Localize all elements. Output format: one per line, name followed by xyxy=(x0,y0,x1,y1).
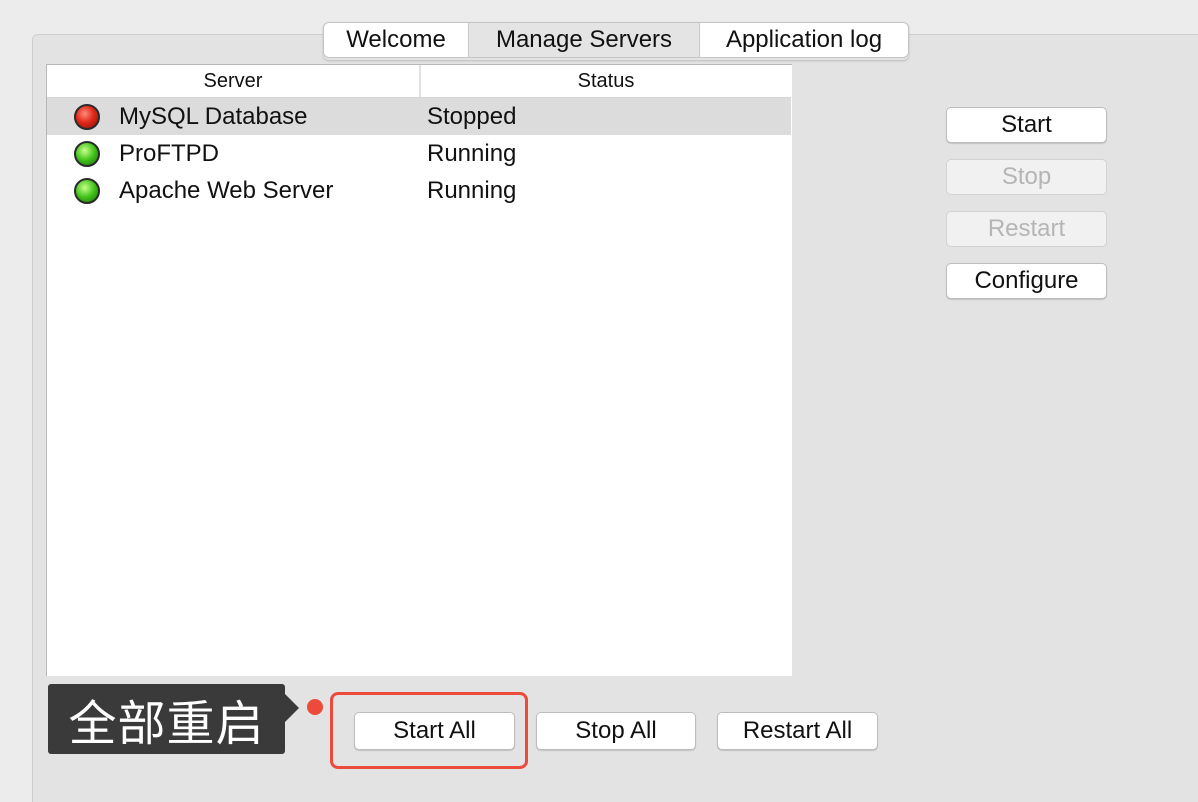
status-indicator-green-icon xyxy=(74,177,100,204)
server-name: MySQL Database xyxy=(119,102,308,130)
tab-application-log[interactable]: Application log xyxy=(700,22,909,58)
annotation-highlight-box xyxy=(330,692,528,769)
server-rows: MySQL Database Stopped ProFTPD Running A… xyxy=(47,98,791,209)
restart-button[interactable]: Restart xyxy=(946,211,1107,247)
tab-bar: Welcome Manage Servers Application log xyxy=(323,22,909,60)
status-indicator-green-icon xyxy=(74,140,100,167)
column-header-status[interactable]: Status xyxy=(421,65,791,97)
configure-button[interactable]: Configure xyxy=(946,263,1107,299)
start-button[interactable]: Start xyxy=(946,107,1107,143)
tab-manage-servers[interactable]: Manage Servers xyxy=(468,22,700,58)
server-row-mysql[interactable]: MySQL Database Stopped xyxy=(47,98,791,135)
server-list[interactable]: Server Status MySQL Database Stopped Pro… xyxy=(46,64,792,676)
annotation-marker-dot xyxy=(307,699,323,715)
server-name: Apache Web Server xyxy=(119,176,334,204)
restart-all-button[interactable]: Restart All xyxy=(717,712,878,750)
tab-welcome[interactable]: Welcome xyxy=(323,22,468,58)
stop-all-button[interactable]: Stop All xyxy=(536,712,696,750)
column-header-server[interactable]: Server xyxy=(47,65,421,97)
server-name: ProFTPD xyxy=(119,139,220,167)
stop-button[interactable]: Stop xyxy=(946,159,1107,195)
server-list-header: Server Status xyxy=(47,65,791,98)
server-status: Stopped xyxy=(427,102,517,130)
server-status: Running xyxy=(427,176,517,204)
server-row-apache[interactable]: Apache Web Server Running xyxy=(47,172,791,209)
server-status: Running xyxy=(427,139,517,167)
annotation-callout: 全部重启 xyxy=(48,684,285,754)
callout-pointer-icon xyxy=(285,694,299,722)
status-indicator-red-icon xyxy=(74,103,100,130)
server-row-proftpd[interactable]: ProFTPD Running xyxy=(47,135,791,172)
